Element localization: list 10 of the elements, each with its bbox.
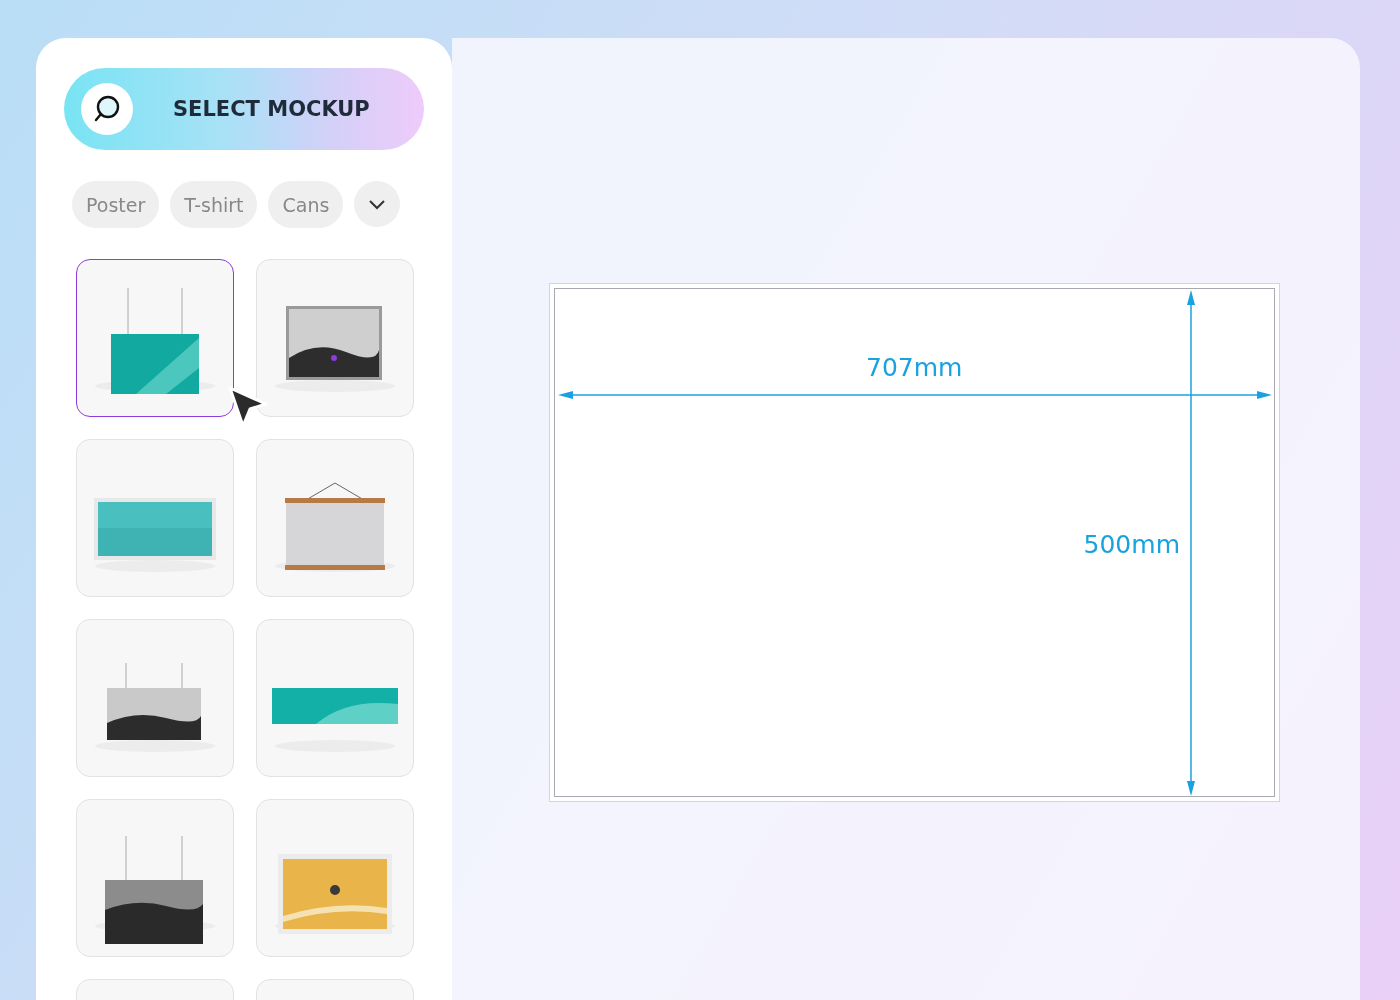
chevron-down-icon: [368, 198, 387, 210]
width-label: 707mm: [866, 353, 963, 382]
category-chip[interactable]: Poster: [72, 181, 160, 228]
category-chip[interactable]: T-shirt: [170, 181, 258, 228]
search-icon: [81, 83, 133, 135]
select-mockup-button[interactable]: SELECT MOCKUP: [64, 68, 424, 150]
category-chip[interactable]: Cans: [268, 181, 344, 228]
height-label: 500mm: [1083, 530, 1180, 559]
more-categories-button[interactable]: [354, 181, 401, 227]
mockup-thumbnail[interactable]: [76, 259, 234, 417]
